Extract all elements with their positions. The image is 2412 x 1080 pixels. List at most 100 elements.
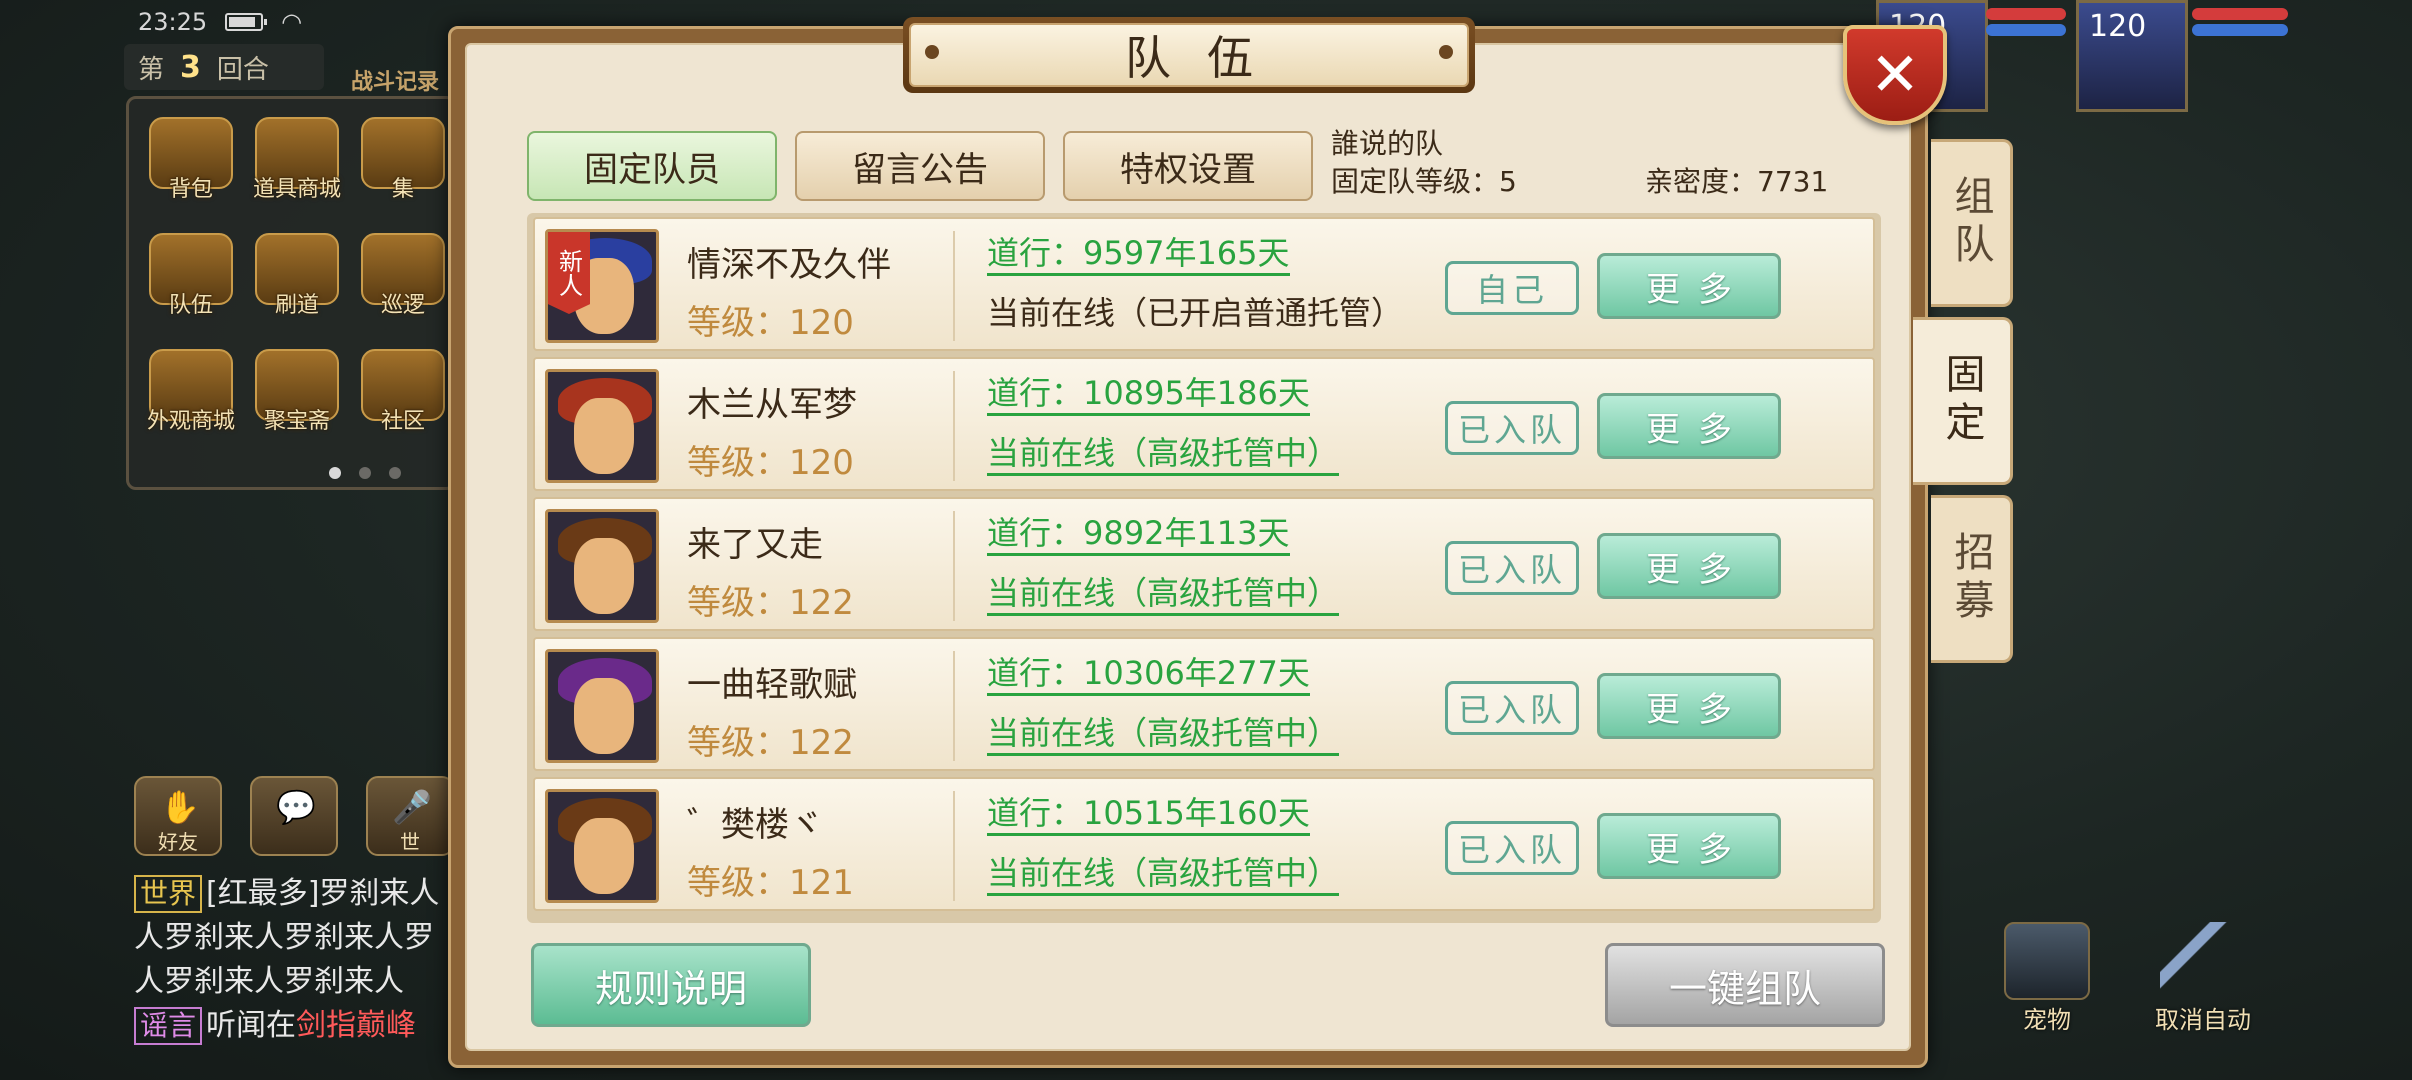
page-indicator (329, 467, 401, 479)
member-tag: 已入队 (1445, 401, 1579, 455)
member-tag: 已入队 (1445, 821, 1579, 875)
hp-bar (2192, 8, 2288, 20)
hp-bar (1986, 8, 2066, 20)
system-status-bar: 23:25 ◠ (138, 4, 302, 40)
member-status[interactable]: 当前在线（高级托管中） (987, 433, 1340, 476)
menu-patrol[interactable]: 巡逻 (351, 225, 455, 335)
member-name: ゛樊楼ヾ (687, 805, 823, 845)
intimacy-value: 亲密度：7731 (1645, 165, 1829, 198)
member-status[interactable]: 当前在线（高级托管中） (987, 573, 1340, 616)
member-row: 新人 情深不及久伴 等级：120 道行：9597年165天 当前在线（已开启普通… (533, 217, 1875, 351)
battery-icon (225, 13, 268, 31)
member-name: 一曲轻歌赋 (687, 665, 857, 705)
handshake-icon: ✋ (160, 788, 200, 826)
speech-bubble-icon: 💬 (276, 788, 316, 826)
face-shape (574, 398, 634, 474)
menu-treasure[interactable]: 聚宝斋 (245, 341, 349, 451)
side-tab-fixed[interactable]: 固定 (1913, 317, 2013, 485)
member-level: 等级：121 (687, 863, 854, 903)
member-dao[interactable]: 道行：10306年277天 (987, 653, 1310, 696)
chat-line: 谣言 听闻在剑指巅峰 (134, 1004, 454, 1048)
member-status: 当前在线（已开启普通托管） (987, 294, 1404, 332)
row-divider (953, 231, 955, 341)
clock: 23:25 (138, 8, 208, 36)
team-info: 誰说的队 固定队等级：5 亲密度：7731 (1331, 125, 1851, 201)
menu-community[interactable]: 社区 (351, 341, 455, 451)
chat-bubble-button[interactable]: 💬 (250, 776, 338, 856)
member-tag: 已入队 (1445, 681, 1579, 735)
member-dao[interactable]: 道行：9892年113天 (987, 513, 1290, 556)
member-level: 等级：120 (687, 303, 854, 343)
member-level: 等级：120 (687, 443, 854, 483)
side-tab-team[interactable]: 组队 (1931, 139, 2013, 307)
member-row: 一曲轻歌赋 等级：122 道行：10306年277天 当前在线（高级托管中） 已… (533, 637, 1875, 771)
member-list: 新人 情深不及久伴 等级：120 道行：9597年165天 当前在线（已开启普通… (527, 213, 1881, 923)
member-name: 情深不及久伴 (687, 245, 891, 285)
menu-appearance-mall[interactable]: 外观商城 (139, 341, 243, 451)
row-divider (953, 371, 955, 481)
wifi-icon: ◠ (281, 8, 303, 36)
dialog-title: 队伍 (909, 23, 1469, 87)
team-dialog: 固定队员 留言公告 特权设置 誰说的队 固定队等级：5 亲密度：7731 新人 … (448, 17, 2013, 1068)
pet-button[interactable]: 宠物 (1998, 922, 2096, 1034)
close-button[interactable]: ✕ (1843, 25, 1947, 125)
cancel-auto-button[interactable]: 取消自动 (2148, 922, 2258, 1034)
dialog-body: 固定队员 留言公告 特权设置 誰说的队 固定队等级：5 亲密度：7731 新人 … (465, 43, 1911, 1051)
member-status[interactable]: 当前在线（高级托管中） (987, 713, 1340, 756)
member-row: 木兰从军梦 等级：120 道行：10895年186天 当前在线（高级托管中） 已… (533, 357, 1875, 491)
member-tag: 自己 (1445, 261, 1579, 315)
more-button[interactable]: 更多 (1597, 253, 1781, 319)
menu-team[interactable]: 队伍 (139, 225, 243, 335)
menu-item-mall[interactable]: 道具商城 (245, 109, 349, 219)
face-shape (574, 818, 634, 894)
member-status[interactable]: 当前在线（高级托管中） (987, 853, 1340, 896)
tab-privilege-settings[interactable]: 特权设置 (1063, 131, 1313, 201)
member-dao[interactable]: 道行：10895年186天 (987, 373, 1310, 416)
team-name: 誰说的队 (1331, 127, 1444, 160)
face-shape (574, 678, 634, 754)
new-member-badge: 新人 (548, 232, 590, 314)
member-avatar[interactable] (545, 789, 659, 903)
member-dao[interactable]: 道行：10515年160天 (987, 793, 1310, 836)
more-button[interactable]: 更多 (1597, 393, 1781, 459)
row-divider (953, 791, 955, 901)
voice-button[interactable]: 🎤 世 (366, 776, 454, 856)
page-dot (329, 467, 341, 479)
auto-team-button[interactable]: 一键组队 (1605, 943, 1885, 1027)
tab-fixed-members[interactable]: 固定队员 (527, 131, 777, 201)
page-dot (389, 467, 401, 479)
more-button[interactable]: 更多 (1597, 813, 1781, 879)
member-avatar[interactable] (545, 649, 659, 763)
battle-log-button[interactable]: 战斗记录 (340, 18, 770, 98)
menu-bag[interactable]: 背包 (139, 109, 243, 219)
member-avatar[interactable] (545, 369, 659, 483)
face-shape (574, 538, 634, 614)
member-tag: 已入队 (1445, 541, 1579, 595)
row-divider (953, 511, 955, 621)
player-portrait[interactable]: 120 (2076, 0, 2188, 112)
menu-collect[interactable]: 集 (351, 109, 455, 219)
side-tab-recruit[interactable]: 招募 (1931, 495, 2013, 663)
rules-button[interactable]: 规则说明 (531, 943, 811, 1027)
more-button[interactable]: 更多 (1597, 673, 1781, 739)
friends-button[interactable]: ✋ 好友 (134, 776, 222, 856)
menu-farm-dao[interactable]: 刷道 (245, 225, 349, 335)
pet-icon (2004, 922, 2090, 1000)
page-dot (359, 467, 371, 479)
chat-log: 世界 [红最多]罗刹来人 人罗刹来人罗刹来人罗 人罗刹来人罗刹来人 谣言 听闻在剑指… (134, 872, 454, 1048)
member-name: 来了又走 (687, 525, 823, 565)
member-avatar[interactable] (545, 509, 659, 623)
chat-buttons: ✋ 好友 💬 🎤 世 (134, 776, 454, 856)
tab-message-board[interactable]: 留言公告 (795, 131, 1045, 201)
nail-icon (925, 45, 939, 59)
dialog-title-plaque: 队伍 (903, 17, 1475, 93)
member-dao[interactable]: 道行：9597年165天 (987, 233, 1290, 276)
member-level: 等级：122 (687, 723, 854, 763)
row-divider (953, 651, 955, 761)
round-counter: 第 3 回合 (124, 44, 324, 90)
member-level: 等级：122 (687, 583, 854, 623)
more-button[interactable]: 更多 (1597, 533, 1781, 599)
chat-line: 人罗刹来人罗刹来人罗 (134, 920, 434, 955)
member-avatar[interactable]: 新人 (545, 229, 659, 343)
chat-line: 人罗刹来人罗刹来人 (134, 964, 404, 999)
